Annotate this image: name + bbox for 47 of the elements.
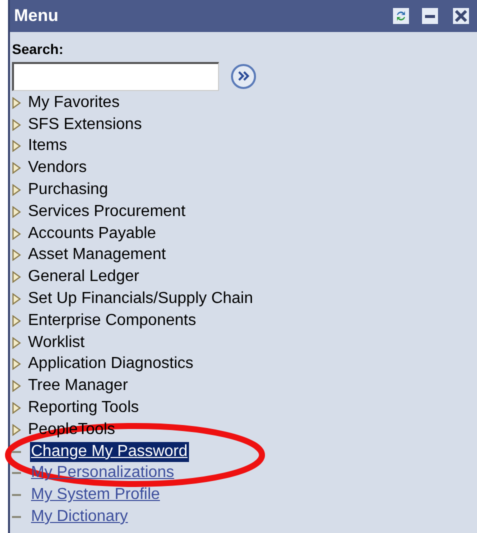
menu-folder[interactable]: My Favorites — [27, 92, 121, 113]
dash-icon — [12, 494, 21, 496]
menu-folder[interactable]: Tree Manager — [27, 376, 129, 396]
menu-folder[interactable]: Application Diagnostics — [27, 354, 194, 374]
expand-triangle-icon[interactable] — [12, 118, 21, 131]
menu-folder[interactable]: Asset Management — [27, 245, 167, 266]
expand-triangle-icon[interactable] — [12, 96, 21, 109]
menu-folder[interactable]: Purchasing — [27, 180, 110, 200]
menu-folder[interactable]: General Ledger — [27, 267, 140, 288]
menu-link[interactable]: My System Profile — [30, 485, 161, 506]
menu-link[interactable]: Change My Password — [30, 442, 189, 462]
expand-triangle-icon[interactable] — [12, 271, 21, 284]
expand-triangle-icon[interactable] — [12, 249, 21, 262]
expand-triangle-icon[interactable] — [12, 184, 21, 196]
expand-triangle-icon[interactable] — [12, 162, 21, 174]
expand-triangle-icon[interactable] — [12, 336, 21, 349]
menu-folder[interactable]: Enterprise Components — [27, 310, 198, 331]
menu-folder[interactable]: SFS Extensions — [27, 114, 143, 135]
close-icon[interactable] — [453, 8, 469, 24]
expand-triangle-icon[interactable] — [12, 380, 21, 392]
expand-triangle-icon[interactable] — [12, 140, 21, 152]
expand-triangle-icon[interactable] — [12, 358, 21, 370]
expand-triangle-icon[interactable] — [12, 314, 21, 327]
menu-folder[interactable]: Services Procurement — [27, 202, 186, 222]
menu-folder[interactable]: Reporting Tools — [27, 398, 140, 418]
dash-icon — [12, 472, 21, 474]
search-label: Search: — [12, 40, 64, 59]
menu-folder[interactable]: Vendors — [27, 158, 88, 178]
dash-icon — [12, 450, 21, 453]
expand-triangle-icon[interactable] — [12, 402, 21, 414]
refresh-icon[interactable] — [393, 8, 409, 24]
menu-folder[interactable]: Accounts Payable — [27, 224, 158, 244]
go-button[interactable] — [231, 64, 256, 88]
expand-triangle-icon[interactable] — [12, 228, 21, 240]
menu-link[interactable]: My Dictionary — [30, 507, 129, 528]
menu-folder[interactable]: Items — [27, 136, 68, 156]
menu-folder[interactable]: Set Up Financials/Supply Chain — [27, 289, 254, 310]
double-chevron-icon — [238, 71, 250, 81]
minimize-icon[interactable] — [422, 8, 438, 24]
expand-triangle-icon[interactable] — [12, 424, 21, 436]
search-field[interactable] — [12, 62, 219, 90]
menu-folder[interactable]: PeopleTools — [27, 420, 116, 440]
dash-icon — [12, 516, 21, 518]
expand-triangle-icon[interactable] — [12, 293, 21, 306]
expand-triangle-icon[interactable] — [12, 206, 21, 218]
menu-folder[interactable]: Worklist — [27, 332, 86, 353]
window-title: Menu — [14, 5, 60, 28]
